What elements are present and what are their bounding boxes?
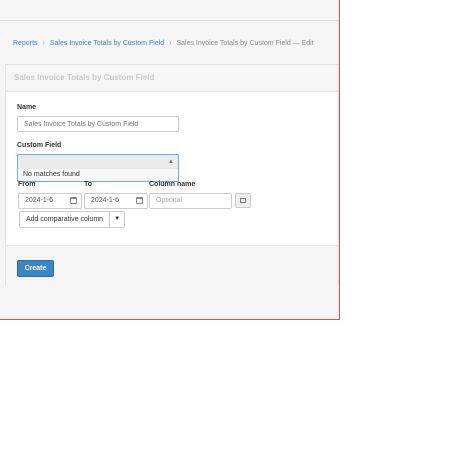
report-form-panel: Sales Invoice Totals by Custom Field Nam… xyxy=(5,64,339,286)
to-label: To xyxy=(84,181,93,188)
top-bar xyxy=(0,0,339,21)
to-date-value: 2024-1-6 xyxy=(91,197,120,204)
breadcrumb-report-link[interactable]: Sales Invoice Totals by Custom Field xyxy=(50,40,164,47)
calendar-icon[interactable] xyxy=(136,197,143,204)
caret-down-icon[interactable]: ▼ xyxy=(110,212,124,227)
breadcrumb-current: Sales Invoice Totals by Custom Field — E… xyxy=(176,40,314,47)
custom-field-label: Custom Field xyxy=(17,142,62,149)
create-button[interactable]: Create xyxy=(17,260,54,277)
panel-title: Sales Invoice Totals by Custom Field xyxy=(14,73,155,82)
breadcrumb: Reports › Sales Invoice Totals by Custom F… xyxy=(13,40,314,47)
column-name-input[interactable]: Optional xyxy=(149,193,232,209)
custom-field-select[interactable]: ▲ xyxy=(17,154,179,170)
column-name-label: Column name xyxy=(149,181,196,188)
from-date-value: 2024-1-6 xyxy=(25,197,54,204)
form-footer: Create xyxy=(6,245,338,286)
columns-icon xyxy=(240,198,246,203)
from-label: From xyxy=(18,181,36,188)
add-column-label[interactable]: Add comparative column xyxy=(20,212,111,227)
column-options-button[interactable] xyxy=(235,193,251,208)
breadcrumb-reports-link[interactable]: Reports xyxy=(13,40,38,47)
select-arrow-icon: ▲ xyxy=(168,159,174,165)
app-window: Reports › Sales Invoice Totals by Custom F… xyxy=(0,0,340,320)
column-name-placeholder: Optional xyxy=(156,197,183,204)
panel-header: Sales Invoice Totals by Custom Field xyxy=(6,65,338,92)
name-label: Name xyxy=(17,104,37,111)
add-comparative-column-button[interactable]: Add comparative column ▼ xyxy=(19,211,126,228)
name-input[interactable] xyxy=(17,116,179,132)
breadcrumb-separator: › xyxy=(169,40,172,47)
breadcrumb-separator: › xyxy=(42,40,45,47)
to-date-input[interactable]: 2024-1-6 xyxy=(84,193,148,209)
from-date-input[interactable]: 2024-1-6 xyxy=(18,193,82,209)
calendar-icon[interactable] xyxy=(70,197,77,204)
no-matches-text: No matches found xyxy=(23,171,80,178)
